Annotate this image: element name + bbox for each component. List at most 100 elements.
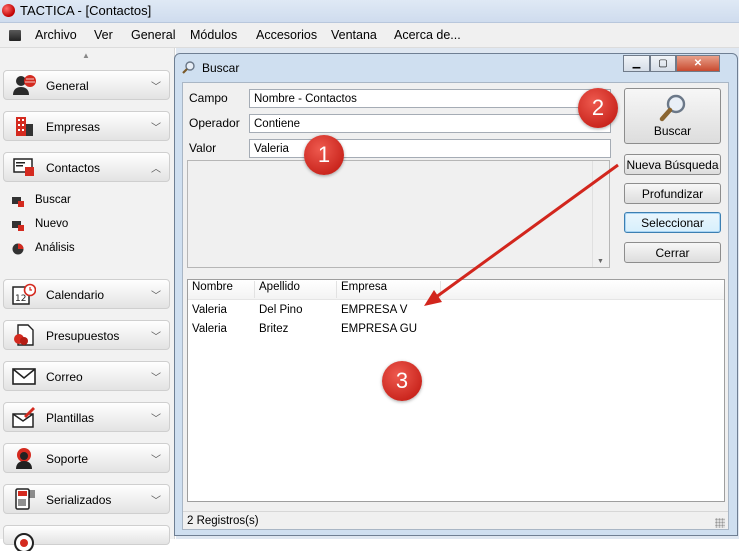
annotation-badge-2: 2: [578, 88, 618, 128]
menu-accesorios[interactable]: Accesorios: [256, 28, 317, 42]
search-magnifier-icon: [659, 94, 686, 122]
cell-apellido: Del Pino: [259, 304, 303, 316]
record-count: 2 Registros(s): [187, 515, 259, 527]
calendar-clock-icon: 12: [12, 283, 36, 305]
sidebar-item-presupuestos[interactable]: Presupuestos ﹀: [3, 320, 170, 350]
sidebar-item-partial[interactable]: [3, 525, 170, 551]
chevron-down-icon: ﹀: [151, 496, 161, 507]
menu-ventana[interactable]: Ventana: [331, 28, 377, 42]
sidebar-item-contactos[interactable]: Contactos ︿: [3, 152, 170, 182]
sidebar-item-label: Calendario: [46, 288, 105, 302]
campo-label: Campo: [189, 91, 228, 105]
operador-label: Operador: [189, 116, 240, 130]
app-title-bar: TACTICA - [Contactos]: [0, 0, 739, 23]
criteria-scrollbar[interactable]: ▼: [592, 161, 609, 267]
resize-grip-icon[interactable]: [715, 518, 725, 528]
support-headset-icon: [16, 448, 32, 469]
chevron-down-icon: ﹀: [151, 414, 161, 425]
minimize-button[interactable]: ▁: [623, 55, 650, 72]
chevron-up-icon: ︿: [151, 164, 161, 175]
menu-archivo[interactable]: Archivo: [35, 28, 77, 42]
nueva-busqueda-button[interactable]: Nueva Búsqueda: [624, 154, 721, 175]
cell-empresa: EMPRESA GU: [341, 323, 418, 335]
cell-apellido: Britez: [259, 323, 289, 335]
results-table[interactable]: Nombre Apellido Empresa Valeria Del Pino…: [187, 279, 725, 502]
app-menu-icon[interactable]: [9, 30, 21, 41]
sidebar-item-label: Empresas: [46, 120, 101, 134]
buscar-button-label: Buscar: [653, 124, 692, 138]
sidebar-subitem-label: Nuevo: [35, 218, 69, 230]
search-contact-icon: [12, 197, 24, 207]
chevron-down-icon: ﹀: [151, 291, 161, 302]
sidebar-subitem-label: Buscar: [35, 194, 71, 206]
buscar-button[interactable]: Buscar: [624, 88, 721, 144]
menu-general[interactable]: General: [131, 28, 175, 42]
buscar-dialog: Buscar ▁ ▢ ✕ Campo Operador Valor ▼ Busc…: [174, 53, 738, 536]
column-header-apellido[interactable]: Apellido: [255, 281, 337, 298]
pie-chart-icon: [12, 243, 24, 255]
sidebar-item-label: Presupuestos: [46, 329, 120, 343]
maximize-button[interactable]: ▢: [650, 55, 676, 72]
annotation-badge-3: 3: [382, 361, 422, 401]
sidebar-item-label: Plantillas: [46, 411, 95, 425]
sidebar-item-label: Soporte: [46, 452, 89, 466]
cell-nombre: Valeria: [192, 323, 227, 335]
sidebar-item-label: Contactos: [46, 161, 101, 175]
valor-label: Valor: [189, 141, 217, 155]
building-icon: [16, 117, 33, 136]
chevron-down-icon: ﹀: [151, 455, 161, 466]
sidebar-item-general[interactable]: General ﹀: [3, 70, 170, 100]
annotation-badge-1: 1: [304, 135, 344, 175]
chevron-down-icon: ﹀: [151, 332, 161, 343]
sidebar-subitem-nuevo[interactable]: Nuevo: [10, 217, 160, 233]
svg-text:12: 12: [15, 294, 26, 304]
results-header-row: Nombre Apellido Empresa: [188, 280, 724, 300]
dialog-content: Campo Operador Valor ▼ Buscar Nueva Búsq…: [182, 82, 729, 530]
mail-envelope-icon: [12, 368, 36, 385]
tactica-logo-icon: [2, 4, 15, 17]
sidebar-item-plantillas[interactable]: Plantillas ﹀: [3, 402, 170, 432]
chevron-down-icon: ﹀: [151, 82, 161, 93]
scroll-down-icon[interactable]: ▼: [597, 258, 604, 265]
sidebar-item-serializados[interactable]: Serializados ﹀: [3, 484, 170, 514]
column-header-nombre[interactable]: Nombre: [188, 281, 255, 298]
profundizar-button[interactable]: Profundizar: [624, 183, 721, 204]
campo-field[interactable]: [249, 89, 611, 108]
menu-bar: Archivo Ver General Módulos Accesorios V…: [0, 23, 739, 48]
target-icon: [14, 533, 34, 551]
sidebar-scroll-up-icon[interactable]: ▲: [82, 51, 90, 60]
sidebar-subitem-analisis[interactable]: Análisis: [10, 241, 160, 257]
sidebar-item-correo[interactable]: Correo ﹀: [3, 361, 170, 391]
cerrar-button[interactable]: Cerrar: [624, 242, 721, 263]
dialog-title: Buscar: [202, 61, 240, 75]
criteria-area[interactable]: ▼: [187, 160, 610, 268]
close-window-button[interactable]: ✕: [676, 55, 720, 72]
cell-nombre: Valeria: [192, 304, 227, 316]
new-contact-icon: [12, 221, 24, 231]
sidebar-item-calendario[interactable]: 12 Calendario ﹀: [3, 279, 170, 309]
search-magnifier-icon: [182, 61, 195, 74]
sidebar-item-soporte[interactable]: Soporte ﹀: [3, 443, 170, 473]
operador-field[interactable]: [249, 114, 611, 133]
chevron-down-icon: ﹀: [151, 373, 161, 384]
user-globe-icon: [13, 75, 36, 95]
sidebar-item-label: General: [46, 79, 89, 93]
seleccionar-button[interactable]: Seleccionar: [624, 212, 721, 233]
column-header-empresa[interactable]: Empresa: [337, 281, 441, 298]
cell-empresa: EMPRESA V: [341, 304, 408, 316]
budget-document-icon: [14, 324, 34, 346]
menu-modulos[interactable]: Módulos: [190, 28, 237, 42]
chevron-down-icon: ﹀: [151, 123, 161, 134]
app-title: TACTICA - [Contactos]: [20, 3, 152, 18]
sidebar: ▲ General ﹀ Empresas ﹀ Contactos ︿ Busca…: [0, 48, 175, 551]
sidebar-item-label: Correo: [46, 370, 83, 384]
sidebar-subitem-label: Análisis: [35, 242, 75, 254]
menu-acerca-de[interactable]: Acerca de...: [394, 28, 461, 42]
template-envelope-icon: [12, 407, 35, 428]
window-controls: ▁ ▢ ✕: [623, 55, 728, 73]
menu-ver[interactable]: Ver: [94, 28, 113, 42]
contact-card-icon: [13, 158, 34, 176]
sidebar-item-label: Serializados: [46, 493, 112, 507]
sidebar-item-empresas[interactable]: Empresas ﹀: [3, 111, 170, 141]
sidebar-subitem-buscar[interactable]: Buscar: [10, 193, 160, 209]
